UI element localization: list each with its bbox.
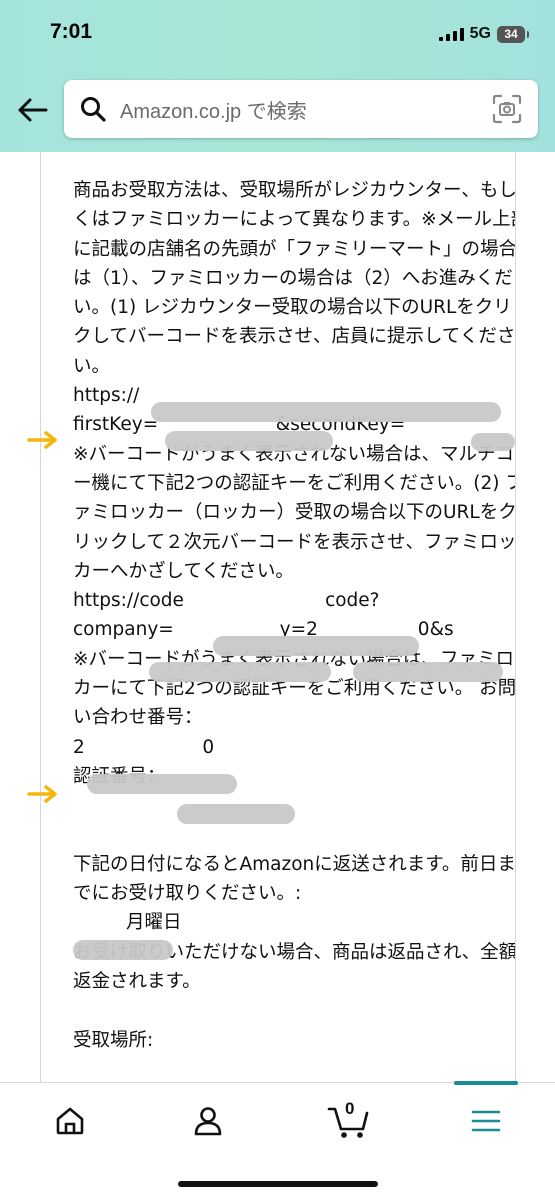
- cart-count: 0: [345, 1099, 355, 1118]
- menu-icon: [471, 1110, 501, 1132]
- active-tab-indicator: [454, 1081, 518, 1085]
- message-content: 商品お受取方法は、受取場所がレジカウンター、もしくはファミロッカーによって異なり…: [40, 152, 516, 1082]
- search-placeholder: Amazon.co.jp で検索: [120, 100, 307, 123]
- home-icon: [56, 1107, 84, 1135]
- account-icon: [194, 1107, 222, 1136]
- status-indicators: 5G 34: [438, 22, 529, 46]
- battery-icon: 34: [497, 25, 529, 43]
- redaction: [353, 662, 503, 682]
- home-indicator: [178, 1181, 378, 1187]
- redaction: [471, 433, 515, 451]
- search-icon: [81, 97, 106, 122]
- redaction: [213, 636, 419, 656]
- redaction: [73, 940, 173, 960]
- nav-cart[interactable]: 0: [326, 1099, 372, 1141]
- message-body: 商品お受取方法は、受取場所がレジカウンター、もしくはファミロッカーによって異なり…: [73, 180, 516, 1051]
- redaction: [165, 431, 333, 451]
- redaction: [87, 774, 237, 794]
- camera-scan-icon[interactable]: [492, 94, 522, 124]
- status-time: 7:01: [50, 20, 93, 43]
- yellow-arrow-icon: [27, 785, 57, 803]
- yellow-arrow-icon: [27, 431, 57, 449]
- back-arrow-icon[interactable]: [16, 96, 48, 124]
- search-input[interactable]: Amazon.co.jp で検索: [64, 80, 538, 138]
- redaction: [149, 662, 331, 682]
- nav-account[interactable]: [188, 1101, 228, 1141]
- signal-icon: [438, 27, 464, 41]
- nav-menu[interactable]: [466, 1101, 506, 1141]
- nav-home[interactable]: [50, 1101, 90, 1141]
- top-header: 7:01 5G 34 Amazon.co.jp で検索: [0, 0, 555, 152]
- redaction: [177, 804, 295, 824]
- network-label: 5G: [469, 25, 491, 42]
- redaction: [151, 402, 501, 422]
